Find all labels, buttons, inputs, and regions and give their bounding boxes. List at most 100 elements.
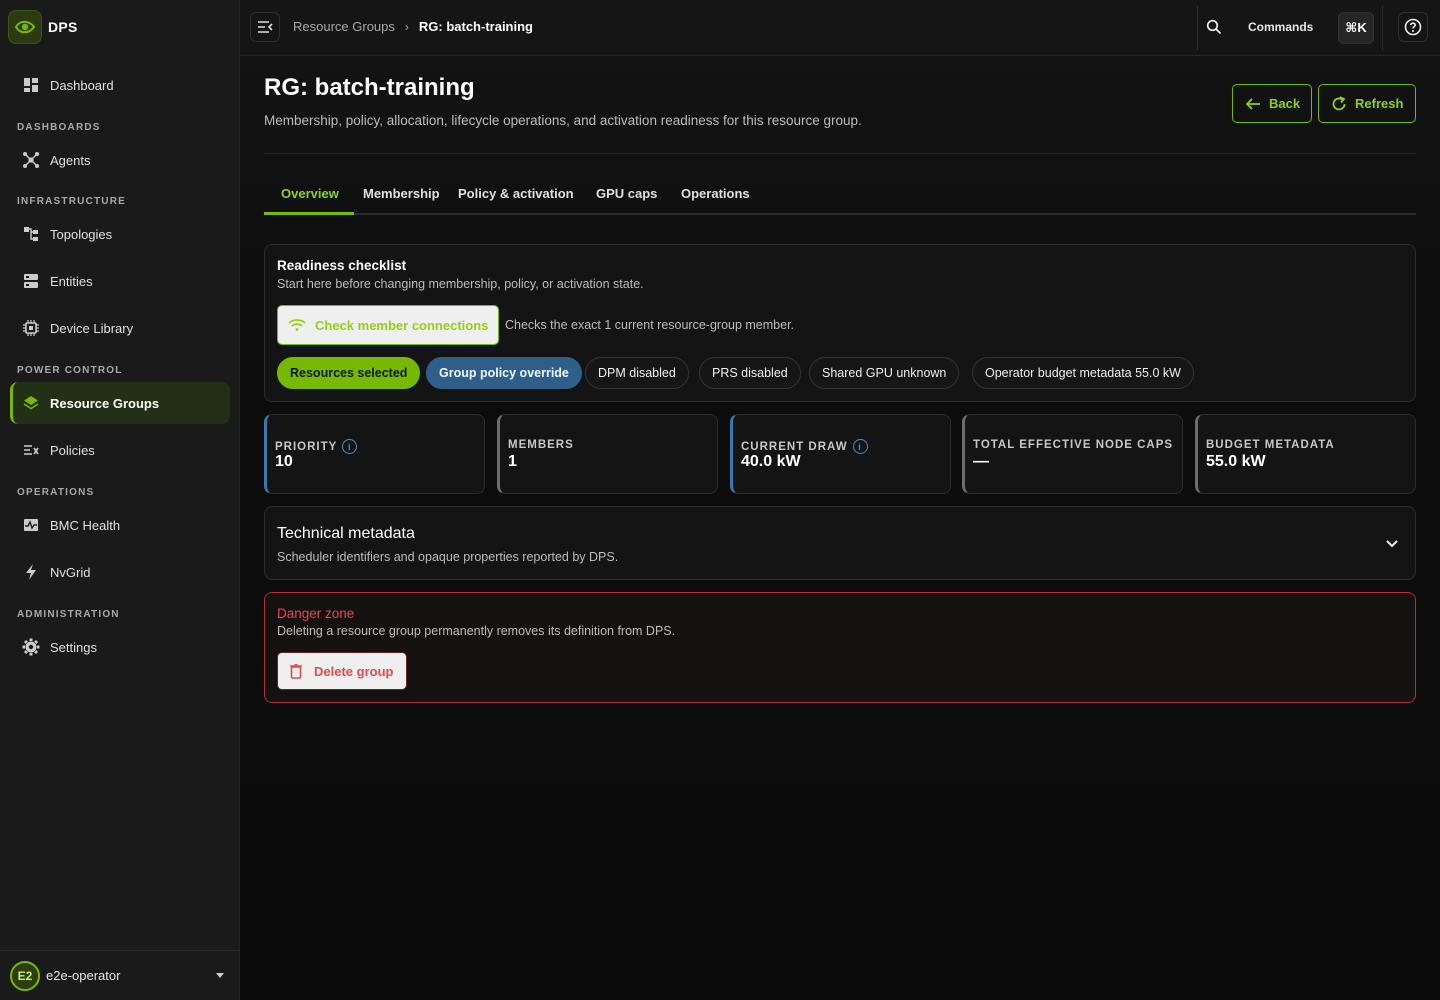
sidebar-item-topologies[interactable]: Topologies: [10, 213, 230, 255]
sidebar-item-label: Resource Groups: [50, 395, 160, 411]
sidebar-item-label: Agents: [50, 152, 91, 168]
readiness-subtitle: Start here before changing membership, p…: [277, 277, 644, 291]
arrow-left-icon: [1245, 97, 1261, 111]
page-subtitle: Membership, policy, allocation, lifecycl…: [264, 113, 862, 128]
chip-operator-budget: Operator budget metadata 55.0 kW: [972, 357, 1194, 389]
chip-prs-disabled: PRS disabled: [699, 357, 801, 389]
tab-operations[interactable]: Operations: [681, 186, 750, 201]
stat-node-caps: TOTAL EFFECTIVE NODE CAPS —: [962, 414, 1183, 494]
help-icon: [1404, 18, 1422, 36]
commands-label: Commands: [1248, 20, 1314, 34]
tab-gpu-caps[interactable]: GPU caps: [596, 186, 657, 201]
gear-icon: [22, 638, 40, 656]
help-button[interactable]: [1398, 12, 1428, 42]
stat-budget-label: BUDGET METADATA: [1206, 439, 1335, 451]
refresh-button[interactable]: Refresh: [1318, 84, 1416, 123]
topology-icon: [22, 225, 40, 243]
info-icon[interactable]: i: [342, 439, 358, 454]
sidebar-item-label: Device Library: [50, 320, 134, 336]
check-member-connections-button[interactable]: Check member connections: [277, 305, 499, 345]
chip-icon: [22, 319, 40, 337]
wifi-check-icon: [288, 318, 306, 332]
technical-metadata-title: Technical metadata: [277, 525, 415, 542]
section-administration: ADMINISTRATION: [17, 609, 120, 620]
breadcrumb-resource-groups[interactable]: Resource Groups: [293, 19, 395, 34]
technical-metadata-card[interactable]: Technical metadata Scheduler identifiers…: [264, 506, 1416, 580]
main-content: RG: batch-training Membership, policy, a…: [240, 56, 1440, 1000]
user-menu[interactable]: E2 e2e-operator: [0, 950, 240, 1000]
check-member-connections-label: Check member connections: [315, 317, 489, 333]
danger-zone-title: Danger zone: [277, 606, 355, 621]
stat-current-draw-label: CURRENT DRAW: [741, 440, 848, 453]
policy-list-icon: [22, 441, 40, 459]
delete-group-button[interactable]: Delete group: [277, 652, 407, 690]
info-icon[interactable]: i: [852, 439, 868, 454]
tab-policy-activation[interactable]: Policy & activation: [458, 186, 574, 201]
tab-membership[interactable]: Membership: [363, 186, 440, 201]
sidebar-item-label: Entities: [50, 273, 93, 289]
sidebar-item-device-library[interactable]: Device Library: [10, 307, 230, 349]
sidebar-item-resource-groups[interactable]: Resource Groups: [10, 382, 230, 424]
breadcrumb: Resource Groups › RG: batch-training: [293, 19, 533, 34]
shortcut-badge: ⌘K: [1338, 12, 1374, 44]
stat-node-caps-label: TOTAL EFFECTIVE NODE CAPS: [973, 439, 1174, 451]
agents-icon: [22, 151, 40, 169]
section-operations: OPERATIONS: [17, 487, 95, 498]
refresh-label: Refresh: [1355, 96, 1404, 111]
danger-zone-subtitle: Deleting a resource group permanently re…: [277, 624, 676, 638]
readiness-checklist-card: Readiness checklist Start here before ch…: [264, 244, 1416, 402]
chip-dpm-disabled: DPM disabled: [585, 357, 689, 389]
sidebar-item-policies[interactable]: Policies: [10, 429, 230, 471]
readiness-title: Readiness checklist: [277, 258, 407, 273]
sidebar-item-dashboard[interactable]: Dashboard: [10, 64, 230, 106]
check-note: Checks the exact 1 current resource-grou…: [505, 318, 795, 332]
stat-budget-value: 55.0 kW: [1206, 453, 1266, 470]
stat-priority: PRIORITY i 10: [264, 414, 485, 494]
sidebar: DPS Dashboard DASHBOARDS Agents INFRASTR…: [0, 0, 240, 1000]
tab-bar: Overview Membership Policy & activation …: [264, 176, 1416, 215]
tab-overview[interactable]: Overview: [281, 186, 339, 201]
stat-budget: BUDGET METADATA 55.0 kW: [1195, 414, 1416, 494]
sidebar-toggle-button[interactable]: [250, 12, 280, 42]
chevron-down-icon[interactable]: [1385, 536, 1399, 554]
chip-shared-gpu-unknown: Shared GPU unknown: [809, 357, 960, 389]
delete-group-label: Delete group: [314, 663, 394, 679]
breadcrumb-separator: ›: [404, 19, 409, 34]
back-label: Back: [1269, 96, 1301, 111]
server-icon: [22, 272, 40, 290]
dashboard-icon: [22, 76, 40, 94]
stat-priority-label: PRIORITY: [275, 440, 338, 453]
sidebar-item-entities[interactable]: Entities: [10, 260, 230, 302]
command-palette-button[interactable]: Commands ⌘K: [1197, 6, 1383, 50]
search-icon: [1206, 19, 1222, 40]
refresh-icon: [1331, 95, 1347, 112]
sidebar-item-label: Topologies: [50, 226, 113, 242]
technical-metadata-subtitle: Scheduler identifiers and opaque propert…: [277, 550, 619, 564]
stat-current-draw-value: 40.0 kW: [741, 453, 801, 470]
brand[interactable]: DPS: [8, 10, 78, 44]
page-title: RG: batch-training: [264, 74, 475, 101]
stat-members-value: 1: [508, 453, 517, 470]
sidebar-item-label: Settings: [50, 639, 97, 655]
sidebar-item-label: Policies: [50, 442, 95, 458]
nvidia-logo-icon: [8, 10, 42, 44]
chip-group-policy-override: Group policy override: [426, 357, 582, 389]
sidebar-item-settings[interactable]: Settings: [10, 626, 230, 668]
avatar: E2: [10, 960, 40, 991]
user-name: e2e-operator: [46, 968, 121, 983]
section-dashboards: DASHBOARDS: [17, 122, 101, 133]
stat-current-draw: CURRENT DRAW i 40.0 kW: [730, 414, 951, 494]
top-bar: Resource Groups › RG: batch-training Com…: [240, 0, 1440, 56]
section-power-control: POWER CONTROL: [17, 365, 123, 376]
header-divider: [264, 153, 1416, 154]
sidebar-item-nvgrid[interactable]: NvGrid: [10, 551, 230, 593]
health-monitor-icon: [22, 516, 40, 534]
stat-node-caps-value: —: [973, 453, 989, 470]
sidebar-item-label: NvGrid: [50, 564, 91, 580]
sidebar-item-bmc-health[interactable]: BMC Health: [10, 504, 230, 546]
brand-name: DPS: [48, 19, 78, 35]
chip-resources-selected: Resources selected: [277, 357, 421, 389]
back-button[interactable]: Back: [1232, 84, 1312, 123]
caret-down-icon: [216, 973, 224, 978]
sidebar-item-agents[interactable]: Agents: [10, 139, 230, 181]
